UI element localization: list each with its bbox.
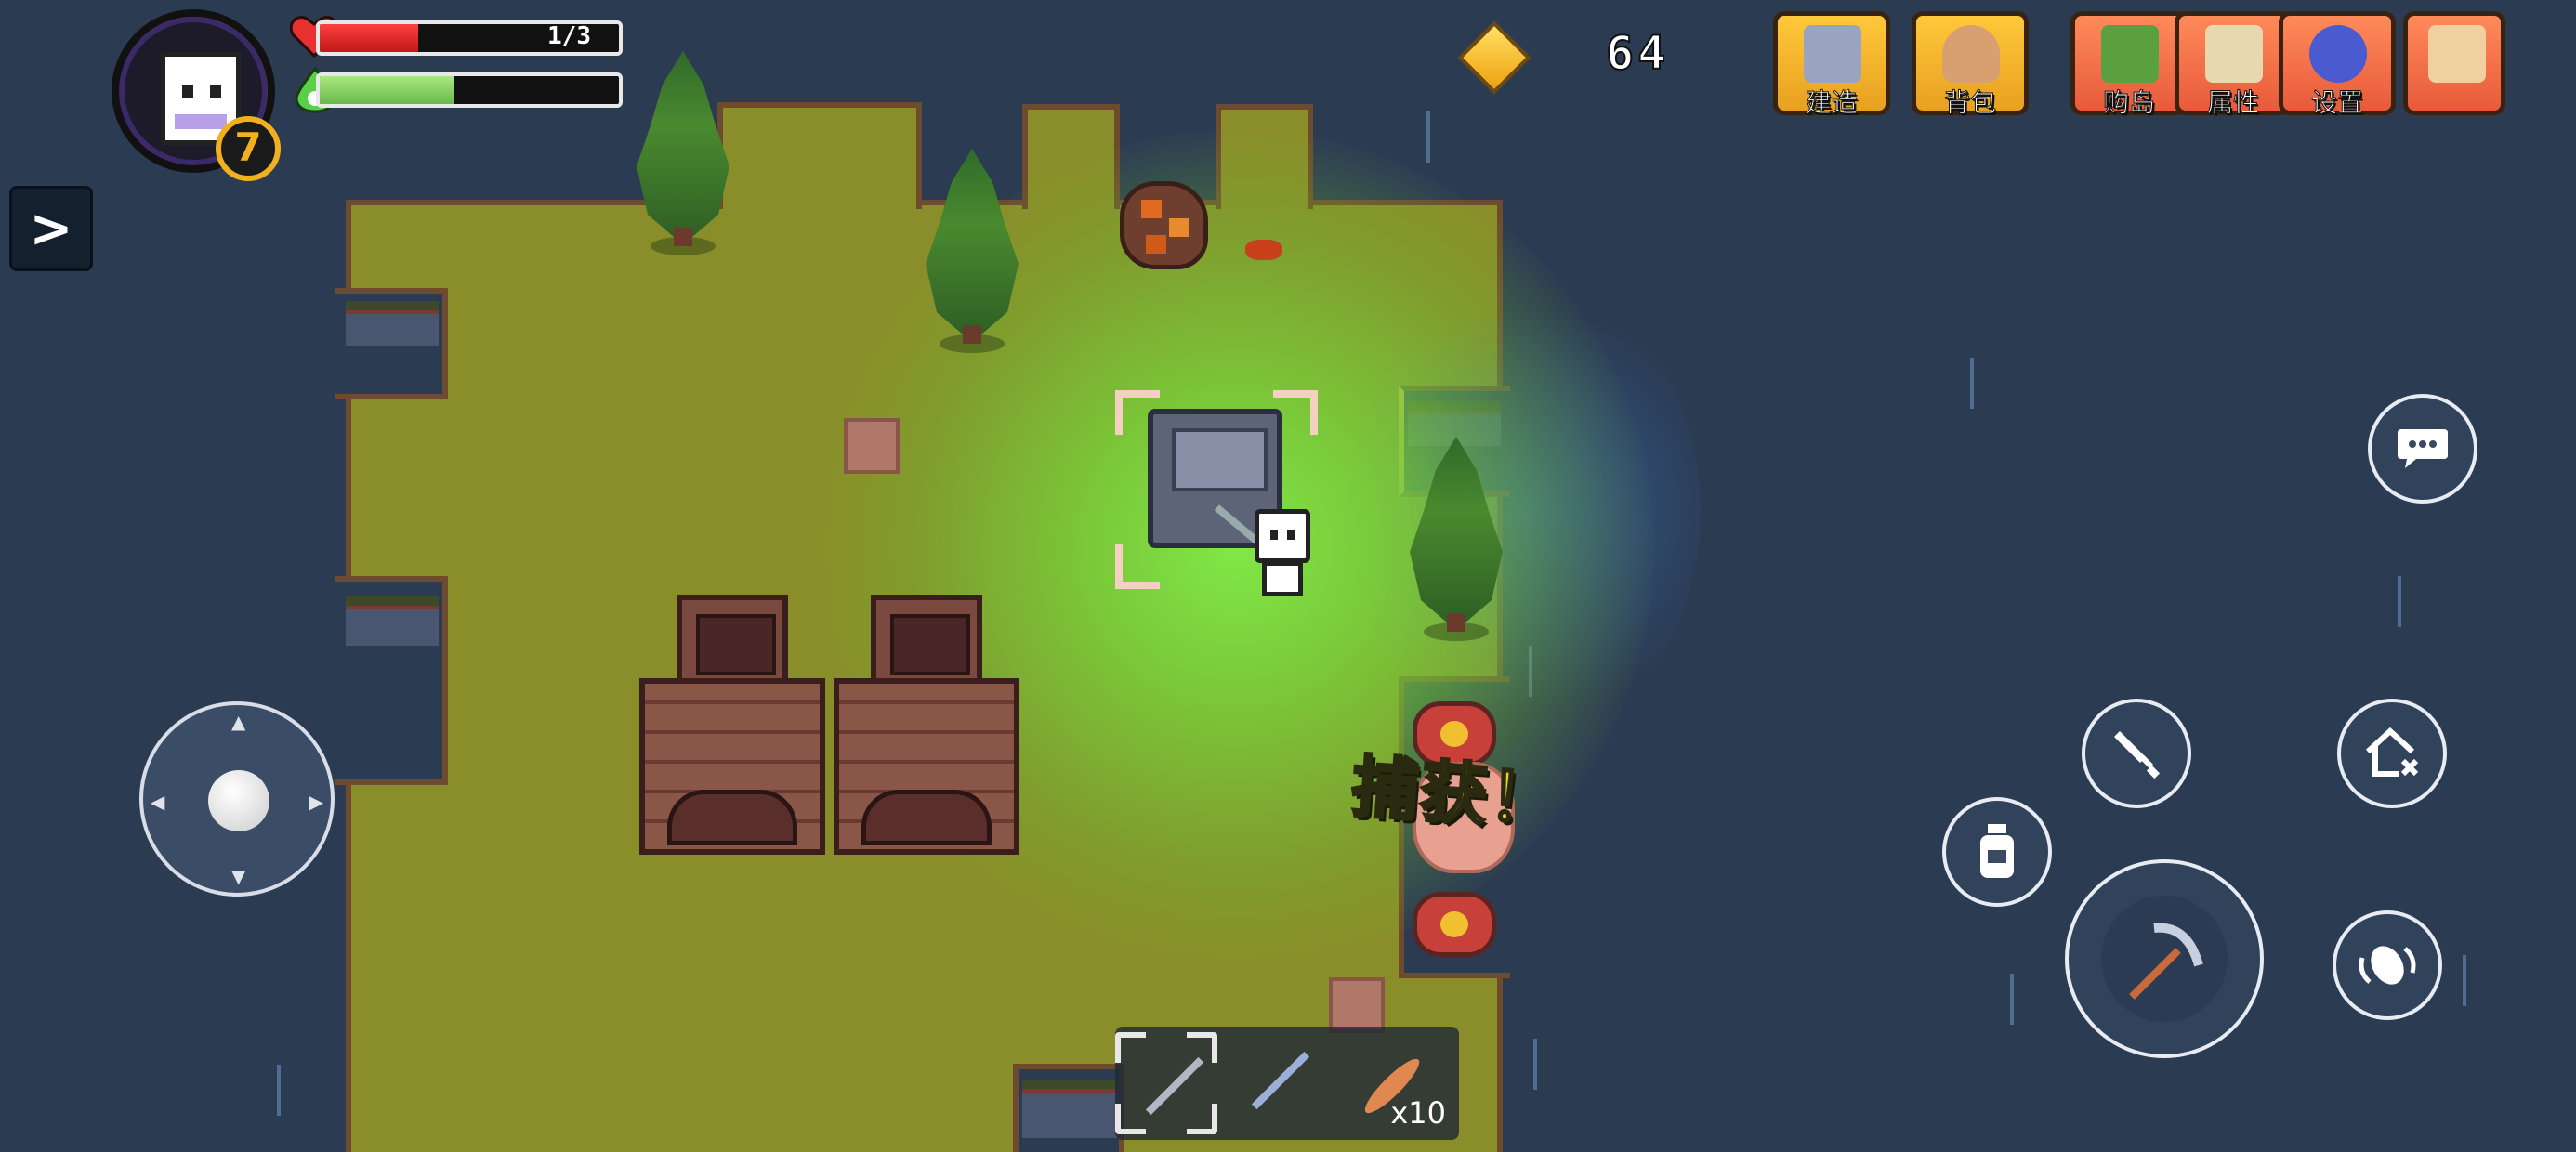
arrow-left-icon: ◀ — [151, 791, 165, 813]
home-button[interactable] — [2337, 699, 2447, 808]
selection-corner — [1273, 390, 1318, 435]
pickaxe-icon — [2129, 923, 2203, 1000]
buy-island-label: 购岛 — [2102, 87, 2155, 119]
home-cancel-icon — [2365, 727, 2419, 777]
attributes-label: 属性 — [2206, 87, 2259, 119]
furnace[interactable] — [834, 595, 1019, 855]
settings-button[interactable]: 设置 — [2279, 11, 2396, 119]
selection-corner — [1115, 544, 1160, 589]
chat-button[interactable] — [2368, 394, 2477, 504]
potion-button[interactable] — [1942, 797, 2052, 907]
health-fill — [320, 24, 419, 52]
cliff-edge — [346, 301, 439, 346]
build-label: 建造 — [1805, 87, 1858, 119]
hotbar-slot-shovel[interactable] — [1227, 1032, 1329, 1134]
attributes-button[interactable]: 属性 — [2175, 11, 2292, 119]
dodge-roll-button[interactable] — [2333, 910, 2442, 1020]
selection-corner — [1115, 390, 1160, 435]
hotbar: x10 — [1115, 1027, 1459, 1140]
pickaxe-icon — [1145, 1056, 1204, 1116]
rain-streak — [1970, 358, 1974, 409]
currency-count: 64 — [1605, 25, 1670, 81]
settings-gear-icon — [2309, 25, 2367, 83]
movement-joystick[interactable]: ▲ ▼ ◀ ▶ — [139, 701, 335, 897]
build-button[interactable]: 建造 — [1773, 11, 1890, 119]
player-avatar[interactable]: 7 — [112, 9, 281, 181]
dirt-patch — [1329, 977, 1385, 1033]
attributes-icon — [2205, 25, 2263, 83]
sword-icon — [2114, 731, 2161, 779]
item-count: x10 — [1390, 1095, 1446, 1131]
level-badge: 7 — [216, 116, 281, 181]
player-character — [1214, 504, 1320, 602]
cliff-edge — [1022, 1080, 1120, 1138]
rain-streak — [1533, 1039, 1537, 1090]
buy-island-icon — [2101, 25, 2159, 83]
build-icon — [1804, 25, 1861, 83]
arrow-up-icon: ▲ — [231, 711, 246, 733]
attack-button[interactable] — [2082, 699, 2191, 808]
chevron-right-icon: > — [29, 199, 73, 259]
energy-bar — [316, 72, 623, 108]
island-grass — [717, 102, 922, 209]
health-bar: 1/3 — [316, 20, 623, 56]
rain-streak — [1426, 111, 1430, 163]
primary-action-button[interactable] — [2065, 859, 2264, 1058]
energy-fill — [320, 76, 454, 104]
hotbar-slot-fish[interactable]: x10 — [1338, 1032, 1446, 1134]
rain-streak — [277, 1065, 281, 1116]
map-scroll-icon — [2428, 25, 2486, 83]
settings-label: 设置 — [2310, 87, 2363, 119]
rain-streak — [2010, 974, 2014, 1025]
buy-island-button[interactable]: 购岛 — [2070, 11, 2188, 119]
catch-popup-text: 捕获！ — [1347, 746, 1561, 841]
dodge-roll-icon — [2359, 946, 2416, 985]
flower-bush[interactable] — [1413, 892, 1496, 957]
cliff-edge — [346, 596, 439, 646]
arrow-right-icon: ▶ — [309, 791, 323, 813]
copper-ore-rock[interactable] — [1120, 181, 1208, 269]
backpack-button[interactable]: 背包 — [1912, 11, 2029, 119]
expand-panel-button[interactable]: > — [9, 186, 93, 271]
map-button[interactable] — [2403, 11, 2505, 115]
rain-streak — [2463, 955, 2466, 1006]
backpack-icon — [1942, 25, 2000, 83]
backpack-label: 背包 — [1943, 87, 1996, 119]
arrow-down-icon: ▼ — [231, 865, 246, 887]
chat-bubble-icon — [2398, 429, 2448, 468]
joystick-knob[interactable] — [208, 770, 269, 831]
rain-streak — [2398, 576, 2401, 627]
shovel-icon — [1251, 1051, 1310, 1110]
health-text: 1/3 — [547, 22, 591, 50]
beetle-critter[interactable] — [1245, 240, 1282, 260]
hotbar-slot-pickaxe[interactable] — [1115, 1032, 1217, 1134]
dirt-patch — [844, 418, 900, 474]
furnace[interactable] — [639, 595, 825, 855]
potion-icon — [1980, 824, 2014, 878]
